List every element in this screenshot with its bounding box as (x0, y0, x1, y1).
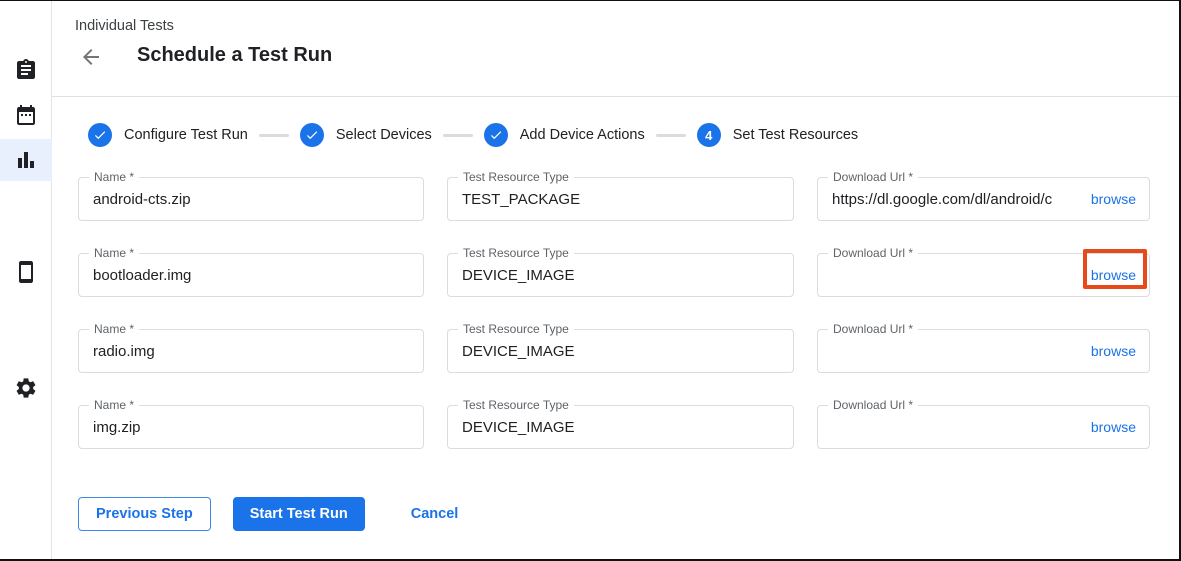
download-url-field[interactable]: Download Url * browse (817, 253, 1150, 297)
resource-row: Name * radio.img Test Resource Type DEVI… (78, 329, 1150, 373)
type-field[interactable]: Test Resource Type TEST_PACKAGE (447, 177, 794, 221)
type-field-value: TEST_PACKAGE (448, 191, 580, 208)
step-label: Configure Test Run (124, 127, 248, 143)
step-connector (443, 134, 473, 137)
name-field-value: android-cts.zip (79, 191, 191, 208)
check-icon (305, 128, 319, 142)
page-title: Schedule a Test Run (137, 44, 332, 67)
type-field[interactable]: Test Resource Type DEVICE_IMAGE (447, 253, 794, 297)
resource-row: Name * bootloader.img Test Resource Type… (78, 253, 1150, 297)
browse-link[interactable]: browse (1083, 419, 1149, 435)
screenshot-top-border (0, 0, 1181, 1)
sidebar-item-devices[interactable] (0, 251, 52, 293)
download-url-field[interactable]: Download Url * https://dl.google.com/dl/… (817, 177, 1150, 221)
arrow-left-icon (79, 45, 103, 69)
resource-row: Name * android-cts.zip Test Resource Typ… (78, 177, 1150, 221)
step-number: 4 (705, 128, 712, 143)
download-url-field[interactable]: Download Url * browse (817, 329, 1150, 373)
download-url-field[interactable]: Download Url * browse (817, 405, 1150, 449)
browse-link[interactable]: browse (1083, 343, 1149, 359)
bar-chart-icon (14, 148, 38, 172)
name-field[interactable]: Name * radio.img (78, 329, 424, 373)
stepper: Configure Test Run Select Devices Add De… (88, 123, 858, 147)
name-field[interactable]: Name * bootloader.img (78, 253, 424, 297)
name-field[interactable]: Name * img.zip (78, 405, 424, 449)
resource-row: Name * img.zip Test Resource Type DEVICE… (78, 405, 1150, 449)
back-button[interactable] (79, 45, 103, 69)
stepper-step[interactable]: 4 Set Test Resources (697, 123, 858, 147)
stepper-step[interactable]: Add Device Actions (484, 123, 645, 147)
gear-icon (14, 376, 38, 400)
step-circle (300, 123, 324, 147)
stepper-step[interactable]: Select Devices (300, 123, 432, 147)
name-field-value: bootloader.img (79, 267, 191, 284)
type-field[interactable]: Test Resource Type DEVICE_IMAGE (447, 329, 794, 373)
sidebar-item-plans[interactable] (0, 94, 52, 136)
stepper-step[interactable]: Configure Test Run (88, 123, 248, 147)
download-url-field-label: Download Url * (828, 398, 918, 412)
type-field-label: Test Resource Type (458, 322, 574, 336)
step-circle (88, 123, 112, 147)
name-field-label: Name * (89, 246, 139, 260)
name-field-value: img.zip (79, 419, 141, 436)
action-bar: Previous Step Start Test Run Cancel (78, 497, 468, 531)
sidebar (0, 0, 52, 561)
sidebar-item-test-runs[interactable] (0, 139, 52, 181)
name-field-value: radio.img (79, 343, 155, 360)
type-field-value: DEVICE_IMAGE (448, 343, 575, 360)
sidebar-item-settings[interactable] (0, 367, 52, 409)
download-url-field-label: Download Url * (828, 170, 918, 184)
step-circle: 4 (697, 123, 721, 147)
browse-link[interactable]: browse (1083, 267, 1149, 283)
phone-icon (14, 260, 38, 284)
step-label: Select Devices (336, 127, 432, 143)
cancel-button[interactable]: Cancel (401, 497, 469, 531)
check-icon (489, 128, 503, 142)
download-url-field-label: Download Url * (828, 246, 918, 260)
start-test-run-button[interactable]: Start Test Run (233, 497, 365, 531)
sidebar-item-tests[interactable] (0, 49, 52, 91)
step-label: Set Test Resources (733, 127, 858, 143)
check-icon (93, 128, 107, 142)
clipboard-icon (14, 58, 38, 82)
type-field-label: Test Resource Type (458, 398, 574, 412)
calendar-icon (14, 103, 38, 127)
step-label: Add Device Actions (520, 127, 645, 143)
name-field-label: Name * (89, 322, 139, 336)
name-field-label: Name * (89, 170, 139, 184)
type-field[interactable]: Test Resource Type DEVICE_IMAGE (447, 405, 794, 449)
download-url-field-value: https://dl.google.com/dl/android/c (818, 191, 1083, 208)
type-field-value: DEVICE_IMAGE (448, 267, 575, 284)
name-field-label: Name * (89, 398, 139, 412)
previous-step-button[interactable]: Previous Step (78, 497, 211, 531)
breadcrumb: Individual Tests (75, 18, 174, 34)
step-connector (656, 134, 686, 137)
type-field-label: Test Resource Type (458, 246, 574, 260)
download-url-field-label: Download Url * (828, 322, 918, 336)
resource-rows: Name * android-cts.zip Test Resource Typ… (78, 177, 1150, 481)
step-circle (484, 123, 508, 147)
name-field[interactable]: Name * android-cts.zip (78, 177, 424, 221)
type-field-label: Test Resource Type (458, 170, 574, 184)
header-divider (52, 96, 1179, 97)
type-field-value: DEVICE_IMAGE (448, 419, 575, 436)
step-connector (259, 134, 289, 137)
browse-link[interactable]: browse (1083, 191, 1149, 207)
